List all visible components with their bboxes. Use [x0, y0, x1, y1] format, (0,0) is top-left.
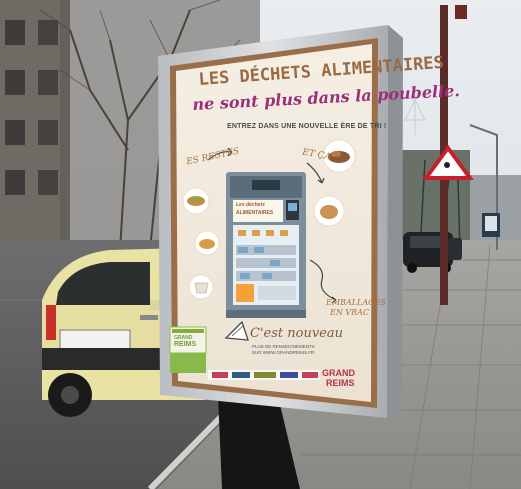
- label-bottom-right-1: EMBALLAGES: [326, 298, 386, 307]
- machine-label-2: ALIMENTAIRES: [236, 210, 274, 216]
- cest-nouveau: C'est nouveau: [250, 326, 343, 341]
- grand-logo: GRAND: [322, 368, 355, 378]
- info-line1: PLUS DE RENSEIGNEMENTS: [252, 344, 315, 349]
- info-line2: SUR WWW.GRANDREIMS.FR: [252, 350, 315, 355]
- machine-label-1: Les déchets: [236, 202, 265, 208]
- reims-logo: REIMS: [326, 378, 355, 388]
- badge-mid: REIMS: [174, 341, 197, 348]
- poster-subtitle: ENTREZ DANS UNE NOUVELLE ÈRE DE TRI !: [227, 123, 387, 130]
- label-bottom-right-2: EN VRAC: [330, 308, 370, 317]
- street-scene: LES DÉCHETS ALIMENTAIRES ne sont plus da…: [0, 0, 521, 489]
